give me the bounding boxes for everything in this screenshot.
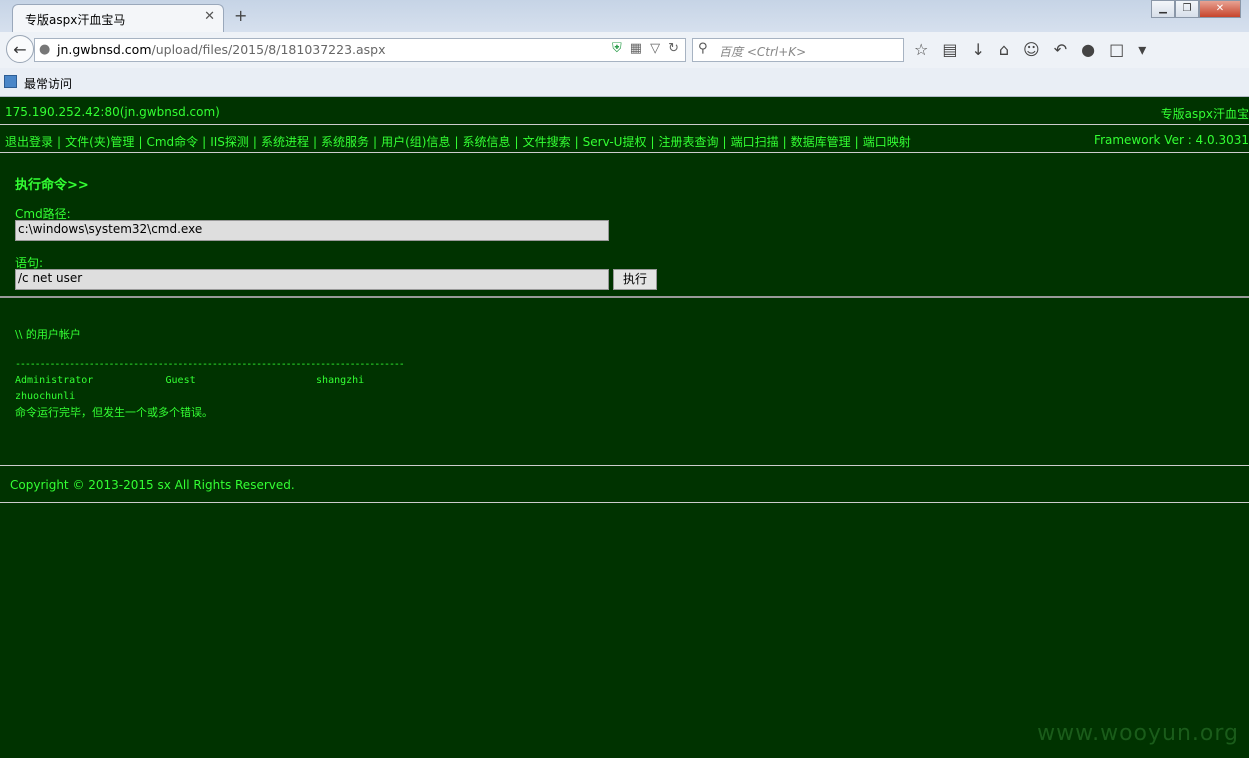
watermark: www.wooyun.org (1037, 721, 1239, 746)
server-address: 175.190.252.42:80(jn.gwbnsd.com) (5, 105, 220, 119)
main-menu: 退出登录 | 文件(夹)管理 | Cmd命令 | IIS探测 | 系统进程 | 系统服务 | 用户(组)… (5, 133, 911, 150)
folder-icon (4, 75, 17, 88)
search-box[interactable]: ⚲ 百度 <Ctrl+K> (692, 38, 904, 62)
menu-row: 退出登录 | 文件(夹)管理 | Cmd命令 | IIS探测 | 系统进程 | 系统服务 | 用户(组)… (0, 126, 1249, 153)
menu-item[interactable]: 系统信息 (463, 135, 511, 149)
close-window-button[interactable]: ✕ (1199, 0, 1241, 18)
new-tab-button[interactable]: + (234, 6, 247, 25)
copyright: Copyright © 2013-2015 sx All Rights Rese… (10, 478, 295, 492)
bookmark-star-icon[interactable]: ☆ (914, 40, 928, 59)
menu-item[interactable]: 系统服务 (321, 135, 369, 149)
maximize-button[interactable]: ❐ (1175, 0, 1199, 18)
menu-separator: | (138, 135, 143, 149)
menu-item[interactable]: Cmd命令 (146, 135, 198, 149)
minimize-button[interactable]: ▁ (1151, 0, 1175, 18)
menu-item[interactable]: Serv-U提权 (583, 135, 647, 149)
divider (0, 502, 1249, 503)
menu-separator: | (454, 135, 459, 149)
command-output: \\ 的用户帐户 -------------------------------… (15, 327, 405, 421)
menu-separator: | (854, 135, 859, 149)
section-heading: 执行命令>> (15, 178, 89, 193)
close-tab-icon[interactable]: ✕ (204, 9, 215, 24)
menu-separator: | (782, 135, 787, 149)
output-users-row: zhuochunli (15, 391, 76, 402)
execute-button[interactable]: 执行 (613, 269, 657, 290)
search-icon: ⚲ (698, 41, 708, 56)
crop-icon[interactable]: □ (1109, 40, 1124, 59)
menu-separator: | (574, 135, 579, 149)
reload-icon[interactable]: ↻ (668, 41, 679, 56)
menu-item[interactable]: 注册表查询 (659, 135, 719, 149)
back-button[interactable]: ← (6, 35, 34, 63)
bookmarks-bar: 最常访问 (0, 68, 1249, 97)
menu-item[interactable]: 系统进程 (261, 135, 309, 149)
smiley-icon[interactable]: ☺ (1023, 40, 1040, 59)
menu-separator: | (252, 135, 257, 149)
statement-input[interactable]: /c net user (15, 269, 609, 290)
url-icons: ⛨ ▦ ▽ ↻ (612, 41, 679, 56)
menu-separator: | (202, 135, 207, 149)
output-result: 命令运行完毕，但发生一个或多个错误。 (15, 406, 213, 419)
download-icon[interactable]: ↓ (971, 40, 984, 59)
menu-separator: | (650, 135, 655, 149)
header-row: 175.190.252.42:80(jn.gwbnsd.com) 专版aspx汗… (0, 97, 1249, 125)
cmd-path-input[interactable]: c:\windows\system32\cmd.exe (15, 220, 609, 241)
menu-item[interactable]: 文件搜索 (523, 135, 571, 149)
menu-item[interactable]: 用户(组)信息 (381, 135, 450, 149)
browser-chrome: 专版aspx汗血宝马 ✕ + ▁ ❐ ✕ ← ● jn.gwbnsd.com/u… (0, 0, 1249, 97)
search-placeholder: 百度 <Ctrl+K> (719, 45, 807, 59)
dropdown-icon[interactable]: ▽ (650, 41, 660, 56)
menu-icon[interactable]: ▾ (1138, 40, 1146, 59)
menu-item[interactable]: 端口扫描 (731, 135, 779, 149)
menu-separator: | (373, 135, 378, 149)
reading-list-icon[interactable]: ▤ (942, 40, 957, 59)
url-text: jn.gwbnsd.com/upload/files/2015/8/181037… (57, 42, 386, 57)
url-bar[interactable]: ● jn.gwbnsd.com/upload/files/2015/8/1810… (34, 38, 686, 62)
browser-tab[interactable]: 专版aspx汗血宝马 ✕ (12, 4, 224, 32)
tab-title: 专版aspx汗血宝马 (25, 13, 126, 27)
menu-item[interactable]: 数据库管理 (791, 135, 851, 149)
output-title: \\ 的用户帐户 (15, 328, 81, 341)
chat-icon[interactable]: ● (1081, 40, 1095, 59)
undo-icon[interactable]: ↶ (1054, 40, 1067, 59)
output-users-row: Administrator Guest shangzhi (15, 375, 365, 386)
output-divider: ----------------------------------------… (15, 359, 405, 370)
qr-code-icon[interactable]: ▦ (630, 41, 642, 56)
shell-brand: 专版aspx汗血宝 (1160, 107, 1249, 121)
globe-icon: ● (39, 42, 51, 57)
menu-separator: | (312, 135, 318, 149)
menu-item[interactable]: 文件(夹)管理 (65, 135, 134, 149)
nav-bar: ← ● jn.gwbnsd.com/upload/files/2015/8/18… (0, 32, 1249, 68)
divider (0, 296, 1249, 298)
home-icon[interactable]: ⌂ (999, 40, 1009, 59)
bookmark-most-visited[interactable]: 最常访问 (24, 75, 72, 92)
menu-separator: | (514, 135, 519, 149)
menu-separator: | (722, 135, 727, 149)
menu-item[interactable]: IIS探测 (210, 135, 249, 149)
menu-separator: | (57, 135, 62, 149)
window-controls: ▁ ❐ ✕ (1151, 0, 1241, 18)
menu-item[interactable]: 端口映射 (863, 135, 911, 149)
toolbar-icons: ☆ ▤ ↓ ⌂ ☺ ↶ ● □ ▾ (914, 40, 1146, 59)
shield-icon[interactable]: ⛨ (612, 41, 622, 56)
tab-bar: 专版aspx汗血宝马 ✕ + ▁ ❐ ✕ (0, 0, 1249, 32)
framework-version: Framework Ver : 4.0.3031 (1094, 133, 1249, 147)
divider (0, 465, 1249, 466)
menu-item[interactable]: 退出登录 (5, 135, 53, 149)
webshell-page: 175.190.252.42:80(jn.gwbnsd.com) 专版aspx汗… (0, 97, 1249, 758)
